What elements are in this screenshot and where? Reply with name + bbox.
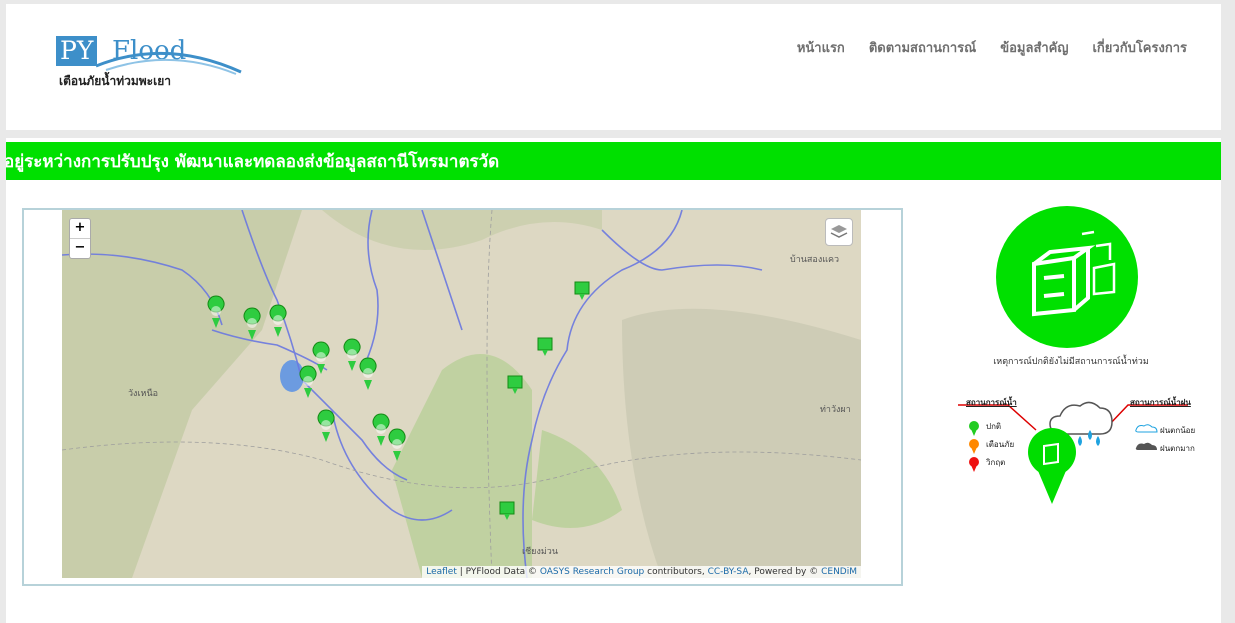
legend-critical: วิกฤต	[986, 458, 1006, 467]
notice-banner: อยู่ระหว่างการปรับปรุง พัฒนาและทดลองส่งข…	[6, 142, 1221, 180]
station-marker[interactable]	[207, 295, 225, 328]
station-marker[interactable]	[312, 341, 330, 374]
station-marker[interactable]	[499, 501, 515, 520]
station-marker[interactable]	[359, 357, 377, 390]
station-marker[interactable]	[388, 428, 406, 461]
nav-data[interactable]: ข้อมูลสำคัญ	[1000, 37, 1068, 58]
station-marker[interactable]	[537, 337, 553, 356]
main-nav: หน้าแรก ติดตามสถานการณ์ ข้อมูลสำคัญ เกี่…	[797, 37, 1187, 58]
legend: สถานการณ์น้ำ สถานการณ์น้ำฝน ปกติ เตือนภั…	[956, 396, 1196, 516]
station-markers	[207, 281, 590, 520]
leaflet-link[interactable]: Leaflet	[426, 567, 457, 577]
station-marker[interactable]	[372, 413, 390, 446]
station-marker[interactable]	[299, 365, 317, 398]
station-marker[interactable]	[574, 281, 590, 300]
oasys-link[interactable]: OASYS Research Group	[540, 567, 644, 577]
legend-normal: ปกติ	[986, 422, 1002, 431]
legend-rain-title: สถานการณ์น้ำฝน	[1130, 398, 1191, 407]
nav-home[interactable]: หน้าแรก	[797, 37, 845, 58]
site-header: PY Flood เตือนภัยน้ำท่วมพะเยา หน้าแรก ติ…	[6, 4, 1221, 130]
license-link[interactable]: CC-BY-SA	[708, 567, 749, 577]
notice-text: อยู่ระหว่างการปรับปรุง พัฒนาและทดลองส่งข…	[6, 152, 500, 172]
main-content: อยู่ระหว่างการปรับปรุง พัฒนาและทดลองส่งข…	[6, 138, 1221, 623]
flood-map[interactable]: + − วังเหนือ ท่าวังผา เชียงม่วน บ้านสองแ…	[62, 210, 861, 578]
map-attribution: Leaflet | PYFlood Data © OASYS Research …	[422, 566, 861, 578]
logo-tagline: เตือนภัยน้ำท่วมพะเยา	[59, 74, 171, 88]
legend-warning: เตือนภัย	[986, 440, 1015, 449]
cendim-link[interactable]: CENDiM	[821, 567, 857, 577]
attribution-text: | PYFlood Data ©	[456, 567, 540, 577]
station-marker[interactable]	[507, 375, 523, 394]
station-marker[interactable]	[243, 307, 261, 340]
station-marker[interactable]	[343, 338, 361, 371]
attribution-text: , Powered by ©	[748, 567, 822, 577]
legend-light-rain: ฝนตกน้อย	[1160, 426, 1196, 435]
legend-heavy-rain: ฝนตกมาก	[1160, 444, 1195, 453]
station-marker[interactable]	[317, 409, 335, 442]
station-marker[interactable]	[269, 304, 287, 337]
legend-water-title: สถานการณ์น้ำ	[966, 398, 1017, 407]
nav-monitor[interactable]: ติดตามสถานการณ์	[869, 37, 976, 58]
status-text: เหตุการณ์ปกติยังไม่มีสถานการณ์น้ำท่วม	[993, 357, 1149, 367]
attribution-text: contributors,	[644, 567, 708, 577]
status-normal-icon	[996, 206, 1138, 348]
nav-about[interactable]: เกี่ยวกับโครงการ	[1092, 37, 1187, 58]
map-frame: + − วังเหนือ ท่าวังผา เชียงม่วน บ้านสองแ…	[22, 208, 903, 586]
pyflood-logo[interactable]: PY Flood เตือนภัยน้ำท่วมพะเยา	[56, 32, 256, 102]
